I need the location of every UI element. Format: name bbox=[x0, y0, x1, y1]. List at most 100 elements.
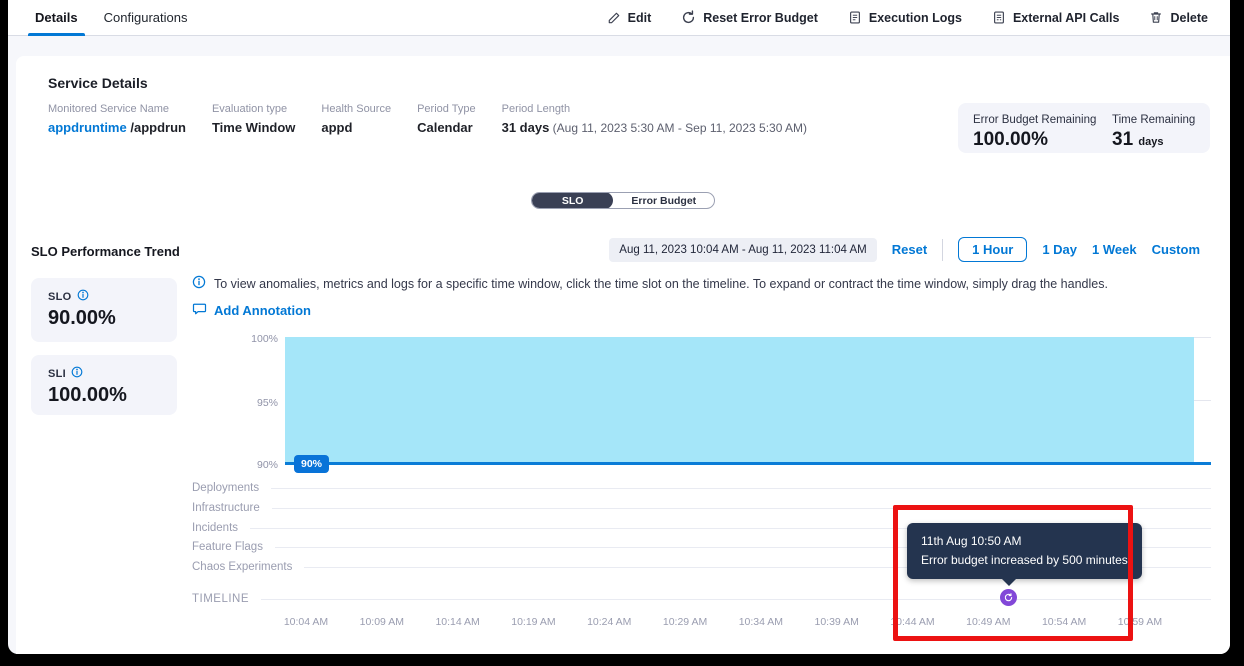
x-tick: 10:49 AM bbox=[962, 616, 1014, 628]
period-length-label: Period Length bbox=[502, 103, 807, 115]
timeline-label: TIMELINE bbox=[192, 593, 249, 605]
slo-trend-chart: 100% 95% 90% 90% Deployments Infrastruct… bbox=[192, 329, 1211, 641]
x-tick: 10:54 AM bbox=[1038, 616, 1090, 628]
date-range-chip: Aug 11, 2023 10:04 AM - Aug 11, 2023 11:… bbox=[609, 238, 876, 262]
slo-card: SLO 90.00% bbox=[31, 278, 177, 342]
annotation-marker-icon[interactable] bbox=[1000, 589, 1017, 606]
period-type-value: Calendar bbox=[417, 120, 476, 135]
controls-divider bbox=[942, 239, 943, 261]
range-1-week[interactable]: 1 Week bbox=[1092, 242, 1137, 257]
slo-errorbudget-toggle: SLO Error Budget bbox=[531, 192, 715, 209]
api-document-icon bbox=[992, 10, 1006, 25]
execution-logs-label: Execution Logs bbox=[869, 11, 962, 25]
evaluation-type-value: Time Window bbox=[212, 120, 295, 135]
tooltip-time: 11th Aug 10:50 AM bbox=[921, 532, 1128, 551]
x-tick: 10:09 AM bbox=[356, 616, 408, 628]
info-text: To view anomalies, metrics and logs for … bbox=[214, 277, 1108, 291]
y-tick-90: 90% bbox=[192, 459, 278, 471]
x-tick: 10:44 AM bbox=[887, 616, 939, 628]
field-period-length: Period Length 31 days (Aug 11, 2023 5:30… bbox=[502, 103, 807, 135]
sli-area-series bbox=[285, 337, 1194, 462]
health-source-value: appd bbox=[321, 120, 391, 135]
x-axis-labels: 10:04 AM 10:09 AM 10:14 AM 10:19 AM 10:2… bbox=[280, 616, 1166, 628]
toggle-slo[interactable]: SLO bbox=[532, 192, 614, 209]
period-type-label: Period Type bbox=[417, 103, 476, 115]
annotation-tooltip: 11th Aug 10:50 AM Error budget increased… bbox=[907, 523, 1142, 579]
lane-line bbox=[271, 488, 1211, 489]
lane-line bbox=[272, 508, 1211, 509]
reset-error-budget-label: Reset Error Budget bbox=[703, 11, 818, 25]
sli-card-value: 100.00% bbox=[48, 384, 160, 407]
x-tick: 10:14 AM bbox=[432, 616, 484, 628]
x-tick: 10:34 AM bbox=[735, 616, 787, 628]
monitored-service-link[interactable]: appdruntime bbox=[48, 120, 127, 135]
toggle-error-budget[interactable]: Error Budget bbox=[613, 192, 714, 209]
slo-card-label: SLO bbox=[48, 291, 72, 303]
slo-threshold-line bbox=[285, 462, 1211, 465]
slo-card-value: 90.00% bbox=[48, 307, 160, 330]
sli-card: SLI 100.00% bbox=[31, 355, 177, 415]
time-remaining-value: 31 bbox=[1112, 129, 1133, 150]
time-remaining-card: Time Remaining 31 days bbox=[1097, 103, 1210, 153]
field-period-type: Period Type Calendar bbox=[417, 103, 476, 135]
x-tick: 10:29 AM bbox=[659, 616, 711, 628]
trend-title: SLO Performance Trend bbox=[31, 244, 180, 259]
error-budget-remaining-value: 100.00% bbox=[973, 129, 1096, 151]
period-length-value: 31 days bbox=[502, 120, 550, 135]
range-1-hour[interactable]: 1 Hour bbox=[958, 237, 1027, 262]
tab-configurations[interactable]: Configurations bbox=[91, 0, 201, 36]
lane-infrastructure-label: Infrastructure bbox=[192, 502, 260, 514]
lane-deployments: Deployments bbox=[192, 482, 1211, 494]
field-health-source: Health Source appd bbox=[321, 103, 391, 135]
tab-details[interactable]: Details bbox=[22, 0, 91, 36]
execution-logs-button[interactable]: Execution Logs bbox=[848, 10, 962, 25]
tab-bar: Details Configurations Edit Reset Error … bbox=[8, 0, 1230, 36]
chart-plot-area[interactable]: 90% bbox=[285, 337, 1211, 464]
document-icon bbox=[848, 10, 862, 25]
delete-button[interactable]: Delete bbox=[1149, 10, 1208, 25]
info-icon bbox=[192, 275, 206, 292]
period-length-detail: (Aug 11, 2023 5:30 AM - Sep 11, 2023 5:3… bbox=[549, 121, 807, 135]
y-tick-95: 95% bbox=[192, 397, 278, 409]
trash-icon bbox=[1149, 10, 1163, 25]
details-panel: Service Details Monitored Service Name a… bbox=[16, 56, 1230, 654]
monitored-service-label: Monitored Service Name bbox=[48, 103, 186, 115]
monitored-service-suffix: /appdrun bbox=[127, 120, 186, 135]
add-annotation-button[interactable]: Add Annotation bbox=[192, 301, 311, 319]
reset-error-budget-button[interactable]: Reset Error Budget bbox=[681, 10, 818, 25]
external-api-calls-button[interactable]: External API Calls bbox=[992, 10, 1120, 25]
range-1-day[interactable]: 1 Day bbox=[1042, 242, 1077, 257]
edit-pencil-icon bbox=[607, 11, 621, 25]
annotation-bubble-icon bbox=[192, 301, 207, 319]
lane-infrastructure: Infrastructure bbox=[192, 502, 1211, 514]
slo-info-icon[interactable] bbox=[77, 289, 89, 304]
sli-info-icon[interactable] bbox=[71, 366, 83, 381]
time-remaining-label: Time Remaining bbox=[1112, 114, 1195, 126]
evaluation-type-label: Evaluation type bbox=[212, 103, 295, 115]
external-api-calls-label: External API Calls bbox=[1013, 11, 1120, 25]
reset-link[interactable]: Reset bbox=[892, 242, 927, 257]
lane-deployments-label: Deployments bbox=[192, 482, 259, 494]
lane-line bbox=[261, 599, 1211, 600]
edit-button-label: Edit bbox=[628, 11, 652, 25]
info-row: To view anomalies, metrics and logs for … bbox=[192, 275, 1108, 292]
service-details-heading: Service Details bbox=[48, 75, 148, 91]
field-evaluation-type: Evaluation type Time Window bbox=[212, 103, 295, 135]
error-budget-remaining-label: Error Budget Remaining bbox=[973, 114, 1096, 126]
edit-button[interactable]: Edit bbox=[607, 11, 652, 25]
health-source-label: Health Source bbox=[321, 103, 391, 115]
app-page: Details Configurations Edit Reset Error … bbox=[8, 0, 1230, 654]
range-custom[interactable]: Custom bbox=[1152, 242, 1200, 257]
lane-timeline: TIMELINE bbox=[192, 593, 1211, 605]
lane-incidents-label: Incidents bbox=[192, 522, 238, 534]
trend-controls: Aug 11, 2023 10:04 AM - Aug 11, 2023 11:… bbox=[609, 237, 1200, 262]
service-details-fields: Monitored Service Name appdruntime /appd… bbox=[48, 103, 807, 135]
y-tick-100: 100% bbox=[192, 333, 278, 345]
add-annotation-label: Add Annotation bbox=[214, 303, 311, 318]
x-tick: 10:19 AM bbox=[507, 616, 559, 628]
sli-card-label: SLI bbox=[48, 368, 66, 380]
slo-threshold-badge: 90% bbox=[294, 455, 329, 473]
error-budget-remaining-card: Error Budget Remaining 100.00% bbox=[958, 103, 1111, 153]
toolbar: Edit Reset Error Budget Execution Logs E… bbox=[607, 10, 1230, 25]
delete-button-label: Delete bbox=[1170, 11, 1208, 25]
